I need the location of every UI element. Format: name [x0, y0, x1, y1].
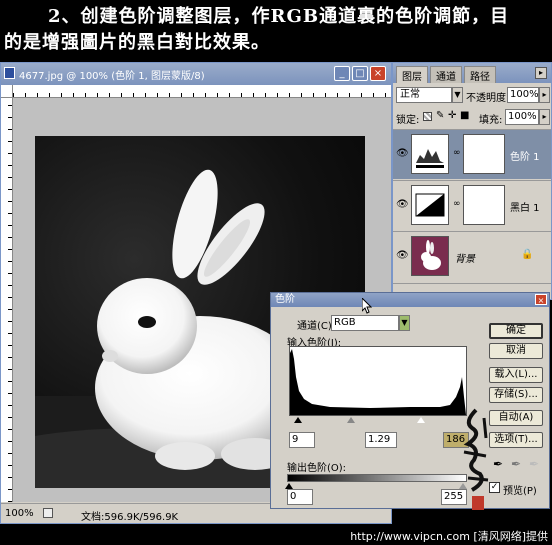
channel-label: 通道(C):: [297, 321, 336, 332]
output-black-field[interactable]: 0: [287, 489, 313, 505]
options-button[interactable]: 选项(T)...: [489, 432, 543, 448]
vertical-ruler[interactable]: [1, 98, 13, 502]
levels-adjustment-icon: [411, 134, 449, 174]
blend-mode-select[interactable]: 正常: [396, 87, 452, 103]
fill-dropdown-icon[interactable]: ▸: [539, 109, 550, 125]
opacity-input[interactable]: 100%: [507, 87, 539, 103]
black-white-adjustment-icon: [411, 185, 449, 225]
output-gradient-bar: [287, 474, 467, 482]
caption-line-2: 的是增强圖片的黑白對比效果。: [4, 32, 270, 53]
ruler-corner: [1, 85, 13, 98]
input-white-point-handle[interactable]: [417, 417, 425, 423]
document-size: 文档:596.9K/596.9K: [81, 512, 179, 523]
lock-paint-icon[interactable]: ✎: [436, 110, 444, 121]
tutorial-caption: 2、创建色阶调整图层，作RGB通道裏的色阶调節，目 的是增强圖片的黑白對比效果。: [0, 0, 552, 62]
gray-eyedropper-icon[interactable]: ✒: [511, 457, 521, 471]
output-levels-label: 输出色阶(O):: [287, 463, 347, 474]
layers-panel-tabs: 图层 通道 路径 ▸: [393, 63, 551, 83]
save-button[interactable]: 存储(S)...: [489, 387, 543, 403]
layer-background[interactable]: 👁 背景 🔒: [393, 231, 551, 281]
layers-panel: 图层 通道 路径 ▸ 正常 ▼ 不透明度: 100% ▸ 锁定: ✎ ✛ ■ 填…: [392, 62, 552, 300]
lock-transparency-icon[interactable]: [423, 112, 432, 121]
caption-line-1: 2、创建色阶调整图层，作RGB通道裏的色阶调節，目: [48, 6, 510, 27]
layer-mask-thumb[interactable]: [463, 185, 505, 225]
page-footer: http://www.vipcn.com [清风网络]提供: [0, 526, 552, 545]
layer-levels-1[interactable]: 👁 ∞ 色阶 1: [393, 129, 551, 179]
horizontal-ruler[interactable]: [13, 85, 391, 98]
ok-button[interactable]: 确定: [489, 323, 543, 339]
lock-all-icon[interactable]: ■: [460, 110, 469, 121]
document-titlebar[interactable]: 4677.jpg @ 100% (色阶 1, 图层蒙版/8) _ □ ×: [1, 63, 391, 85]
background-thumbnail: [411, 236, 449, 276]
fill-label: 填充:: [479, 115, 503, 126]
layer-name: 色阶 1: [510, 152, 540, 163]
input-gamma-field[interactable]: 1.29: [365, 432, 397, 448]
document-title: 4677.jpg @ 100% (色阶 1, 图层蒙版/8): [19, 71, 205, 82]
tab-channels[interactable]: 通道: [430, 66, 462, 83]
layer-name: 黑白 1: [510, 203, 540, 214]
lock-move-icon[interactable]: ✛: [448, 110, 456, 121]
maximize-button[interactable]: □: [352, 66, 368, 81]
dialog-close-button[interactable]: ×: [535, 294, 547, 305]
auto-button[interactable]: 自动(A): [489, 410, 543, 426]
panel-menu-icon[interactable]: ▸: [535, 67, 547, 79]
input-levels-slider[interactable]: [289, 417, 467, 425]
load-button[interactable]: 载入(L)...: [489, 367, 543, 383]
dialog-title: 色阶: [275, 294, 295, 305]
blend-dropdown-icon[interactable]: ▼: [452, 87, 463, 103]
layer-name: 背景: [455, 254, 475, 265]
layer-mask-thumb[interactable]: [463, 134, 505, 174]
levels-dialog-titlebar[interactable]: 色阶 ×: [271, 293, 549, 307]
levels-dialog: 色阶 × 通道(C): RGB ▼ 输入色阶(I): 9 1.29 186 输出…: [270, 292, 550, 509]
input-black-field[interactable]: 9: [289, 432, 315, 448]
opacity-dropdown-icon[interactable]: ▸: [539, 87, 550, 103]
cancel-button[interactable]: 取消: [489, 343, 543, 359]
lock-icon: 🔒: [521, 249, 534, 260]
input-gamma-handle[interactable]: [347, 417, 355, 423]
output-levels-slider[interactable]: [285, 483, 467, 490]
source-credit: http://www.vipcn.com [清风网络]提供: [350, 530, 548, 543]
levels-histogram: [289, 346, 467, 416]
visibility-eye-icon[interactable]: 👁: [396, 250, 409, 261]
blend-mode-row: 正常 ▼ 不透明度: 100% ▸: [393, 85, 551, 107]
calligraphy-signature: [456, 408, 496, 518]
status-icon: [43, 508, 53, 518]
opacity-label: 不透明度:: [466, 93, 510, 104]
chain-link-icon[interactable]: ∞: [453, 199, 461, 209]
layer-black-white-1[interactable]: 👁 ∞ 黑白 1: [393, 180, 551, 230]
white-eyedropper-icon[interactable]: ✒: [529, 457, 539, 471]
zoom-level[interactable]: 100%: [5, 508, 34, 519]
tab-paths[interactable]: 路径: [464, 66, 496, 83]
channel-select[interactable]: RGB: [331, 315, 399, 331]
visibility-eye-icon[interactable]: 👁: [396, 148, 409, 159]
lock-row: 锁定: ✎ ✛ ■ 填充: 100% ▸: [393, 107, 551, 127]
channel-dropdown-icon[interactable]: ▼: [399, 315, 410, 331]
minimize-button[interactable]: _: [334, 66, 350, 81]
fill-input[interactable]: 100%: [505, 109, 539, 125]
mouse-cursor-icon: [361, 296, 373, 317]
input-black-point-handle[interactable]: [294, 417, 302, 423]
close-button[interactable]: ×: [370, 66, 386, 81]
photoshop-doc-icon: [4, 67, 15, 79]
chain-link-icon[interactable]: ∞: [453, 148, 461, 158]
visibility-eye-icon[interactable]: 👁: [396, 199, 409, 210]
tab-layers[interactable]: 图层: [396, 66, 428, 83]
preview-label: 预览(P): [503, 486, 537, 497]
lock-label: 锁定:: [396, 115, 420, 126]
